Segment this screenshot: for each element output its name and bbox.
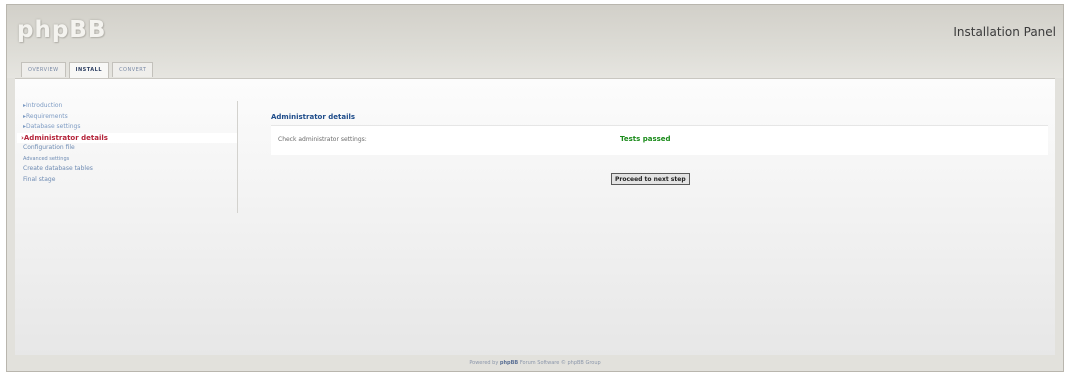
status-badge: Tests passed	[620, 135, 671, 143]
footer-phpbb-link[interactable]: phpBB	[500, 360, 518, 366]
content-area: ▸Introduction ▸Requirements ▸Database se…	[15, 78, 1055, 355]
tab-convert[interactable]: CONVERT	[112, 62, 154, 77]
tab-install[interactable]: INSTALL	[68, 62, 110, 78]
section-title: Administrator details	[271, 113, 356, 121]
main-panel: Administrator details Check administrato…	[271, 113, 1048, 155]
installer-window: phpBB Installation Panel OVERVIEW INSTAL…	[6, 4, 1064, 372]
footer-suffix: Forum Software © phpBB Group	[518, 360, 601, 366]
sidebar-item-configuration-file[interactable]: Configuration file	[21, 143, 237, 154]
tab-bar: OVERVIEW INSTALL CONVERT	[21, 62, 156, 78]
panel-title: Installation Panel	[953, 25, 1056, 39]
sidebar-item-advanced-settings[interactable]: Advanced settings	[21, 154, 237, 165]
sidebar-item-final-stage[interactable]: Final stage	[21, 175, 237, 186]
phpbb-logo[interactable]: phpBB	[17, 17, 106, 43]
sidebar-item-requirements[interactable]: ▸Requirements	[21, 112, 237, 123]
sidebar-item-introduction[interactable]: ▸Introduction	[21, 101, 237, 112]
footer-prefix: Powered by	[469, 360, 500, 366]
sidebar-item-administrator-details[interactable]: ›Administrator details	[17, 132, 237, 143]
sidebar-nav: ▸Introduction ▸Requirements ▸Database se…	[17, 101, 238, 213]
proceed-button[interactable]: Proceed to next step	[611, 173, 690, 185]
header: phpBB Installation Panel OVERVIEW INSTAL…	[7, 5, 1063, 78]
check-row: Check administrator settings: Tests pass…	[271, 125, 1048, 155]
tab-overview[interactable]: OVERVIEW	[21, 62, 66, 77]
check-label: Check administrator settings:	[278, 136, 367, 143]
sidebar-item-database-settings[interactable]: ▸Database settings	[21, 122, 237, 133]
footer: Powered by phpBB Forum Software © phpBB …	[7, 354, 1063, 373]
sidebar-item-create-database-tables[interactable]: Create database tables	[21, 164, 237, 175]
